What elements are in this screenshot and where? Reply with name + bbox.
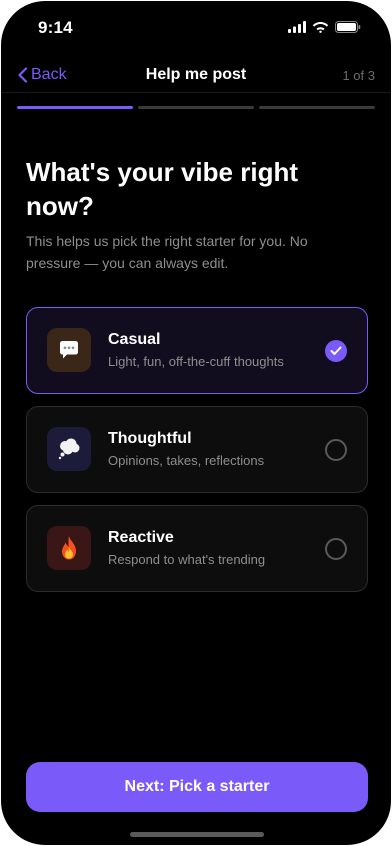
progress-segment <box>138 106 254 109</box>
option-radio[interactable] <box>325 538 347 560</box>
speech-bubble-icon <box>47 328 91 372</box>
progress-segment <box>259 106 375 109</box>
option-card-casual[interactable]: Casual Light, fun, off-the-cuff thoughts <box>26 307 368 394</box>
option-description: Light, fun, off-the-cuff thoughts <box>108 354 284 369</box>
headline: What's your vibe right now? <box>26 157 298 221</box>
thought-bubble-icon <box>47 427 91 471</box>
option-description: Opinions, takes, reflections <box>108 453 265 468</box>
option-card-thoughtful[interactable]: Thoughtful Opinions, takes, reflections <box>26 406 368 493</box>
fire-icon <box>47 526 91 570</box>
progress-bar <box>17 106 375 109</box>
phone-screen: 9:14 Back Help me post 1 of 3 What's you… <box>1 1 391 845</box>
option-radio[interactable] <box>325 340 347 362</box>
step-indicator: 1 of 3 <box>342 68 375 83</box>
subtitle: This helps us pick the right starter for… <box>26 233 308 271</box>
wifi-icon <box>312 22 329 33</box>
option-title: Reactive <box>108 529 174 546</box>
status-icons <box>288 21 361 33</box>
status-time: 9:14 <box>38 18 73 37</box>
option-title: Thoughtful <box>108 430 192 447</box>
status-bar: 9:14 <box>1 1 391 53</box>
checkmark-icon <box>330 346 342 355</box>
next-button[interactable]: Next: Pick a starter <box>26 762 368 812</box>
option-title: Casual <box>108 331 161 348</box>
vibe-options: Casual Light, fun, off-the-cuff thoughts… <box>26 307 368 604</box>
option-card-reactive[interactable]: Reactive Respond to what's trending <box>26 505 368 592</box>
nav-bar: Back Help me post 1 of 3 <box>1 59 391 93</box>
option-description: Respond to what's trending <box>108 552 266 567</box>
cellular-signal-icon <box>288 21 306 33</box>
battery-icon <box>335 21 361 33</box>
home-indicator <box>130 832 264 837</box>
option-radio[interactable] <box>325 439 347 461</box>
progress-segment <box>17 106 133 109</box>
page-title: Help me post <box>145 66 247 83</box>
